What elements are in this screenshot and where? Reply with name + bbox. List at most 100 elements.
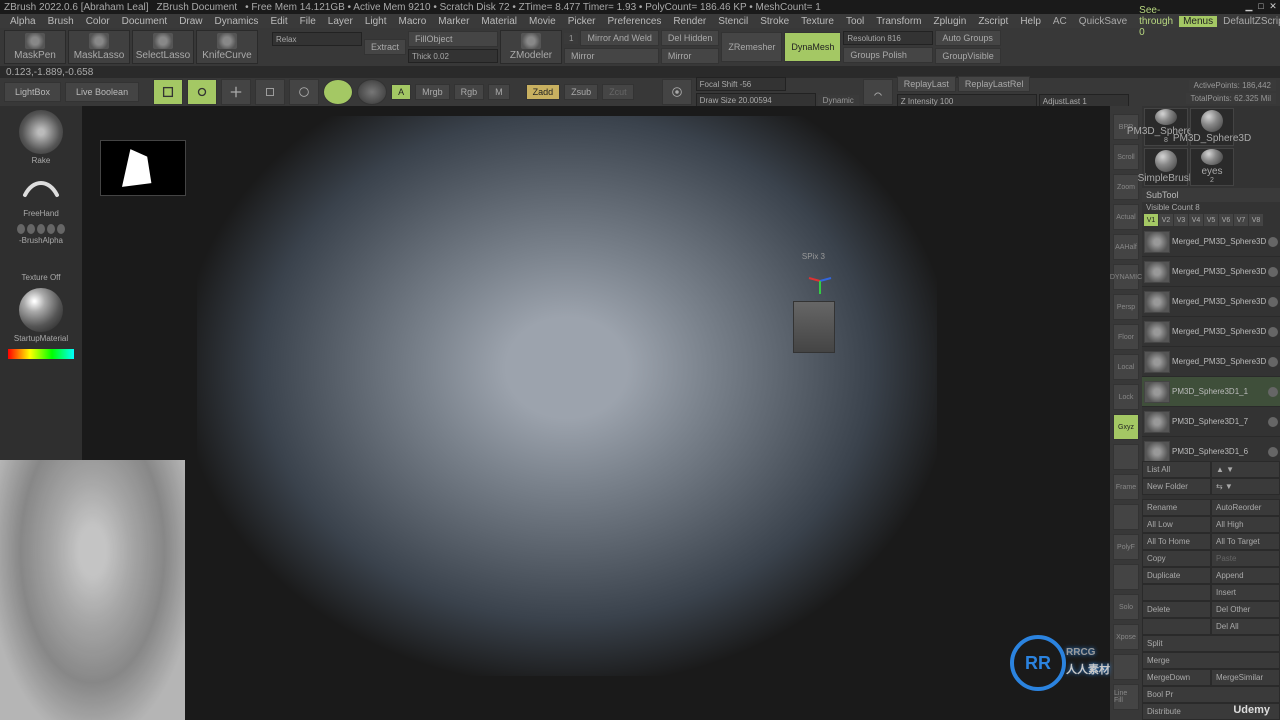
mask-thumbnail[interactable] [100,140,186,196]
vis-tab-v5[interactable]: V5 [1204,214,1218,226]
menu-color[interactable]: Color [80,16,116,27]
menu-transform[interactable]: Transform [870,16,927,27]
brush-selector[interactable] [19,110,63,154]
▲--▼-button[interactable]: ▲ ▼ [1211,461,1280,478]
scale-mode-button[interactable] [255,79,285,105]
scroll-button[interactable]: Scroll [1113,144,1139,170]
new-folder-button[interactable]: New Folder [1142,478,1211,495]
resolution-slider[interactable]: Resolution 816 [843,31,933,45]
dynamic-button[interactable]: DYNAMIC [1113,264,1139,290]
bool-pr-button[interactable]: Bool Pr [1142,686,1280,703]
⇆--▼-button[interactable]: ⇆ ▼ [1211,478,1280,495]
all-low-button[interactable]: All Low [1142,516,1211,533]
relax-slider[interactable]: Relax [272,32,362,46]
menu-texture[interactable]: Texture [795,16,840,27]
lock-button[interactable]: Lock [1113,384,1139,410]
del-other-button[interactable]: Del Other [1211,601,1280,618]
vis-tab-v1[interactable]: V1 [1144,214,1158,226]
menu-alpha[interactable]: Alpha [4,16,42,27]
menu-render[interactable]: Render [667,16,712,27]
groupvisible-button[interactable]: GroupVisible [935,48,1000,64]
zremesher-button[interactable]: ZRemesher [721,32,782,62]
subtool-item[interactable]: PM3D_Sphere3D1_1 [1142,377,1280,407]
subtool-item[interactable]: Merged_PM3D_Sphere3D4 [1142,317,1280,347]
solo-button[interactable]: Solo [1113,594,1139,620]
menu-brush[interactable]: Brush [42,16,80,27]
close-icon[interactable]: ✕ [1268,1,1278,11]
gizmo-button[interactable] [323,79,353,105]
dynamic-label[interactable]: Dynamic [818,95,859,106]
all-to-target-button[interactable]: All To Target [1211,533,1280,550]
visibility-icon[interactable] [1268,357,1278,367]
brush-size-icon[interactable] [662,79,692,105]
zoom-button[interactable]: Zoom [1113,174,1139,200]
move-mode-button[interactable] [221,79,251,105]
floor-button[interactable]: Floor [1113,324,1139,350]
subtool-item[interactable]: Merged_PM3D_Sphere3D7 [1142,227,1280,257]
draw-size-slider[interactable]: Draw Size 20.00594 [696,93,816,107]
menu-zscript[interactable]: Zscript [972,16,1014,27]
draw-mode-button[interactable] [187,79,217,105]
menu-picker[interactable]: Picker [562,16,602,27]
tool-thumb[interactable]: PM3D_Sphere3D [1190,108,1234,146]
frame-button[interactable]: Frame [1113,474,1139,500]
visibility-icon[interactable] [1268,297,1278,307]
minimize-icon[interactable]: ▁ [1244,1,1254,11]
menus-toggle[interactable]: Menus [1179,16,1217,27]
duplicate-button[interactable]: Duplicate [1142,567,1211,584]
m-toggle[interactable]: M [488,84,510,100]
polyf-button[interactable]: PolyF [1113,534,1139,560]
local-button[interactable]: Local [1113,354,1139,380]
menu-document[interactable]: Document [116,16,174,27]
insert-button[interactable]: Insert [1211,584,1280,601]
append-button[interactable]: Append [1211,567,1280,584]
rename-button[interactable]: Rename [1142,499,1211,516]
mrgb-toggle[interactable]: Mrgb [415,84,450,100]
vis-tab-v7[interactable]: V7 [1234,214,1248,226]
fillobject-button[interactable]: FillObject [408,31,498,47]
zmodeler-tool[interactable]: ZModeler [500,30,562,64]
zcut-toggle[interactable]: Zcut [602,84,634,100]
material-selector[interactable] [19,288,63,332]
copy-button[interactable]: Copy [1142,550,1211,567]
gxyz-button[interactable]: Gxyz [1113,414,1139,440]
menu-tool[interactable]: Tool [840,16,870,27]
delete-button[interactable]: Delete [1142,601,1211,618]
menu-light[interactable]: Light [359,16,393,27]
vis-tab-v2[interactable]: V2 [1159,214,1173,226]
focal-shift-slider[interactable]: Focal Shift -56 [696,77,786,91]
vis-tab-v3[interactable]: V3 [1174,214,1188,226]
vis-tab-v6[interactable]: V6 [1219,214,1233,226]
vis-tab-v4[interactable]: V4 [1189,214,1203,226]
rgb-toggle[interactable]: Rgb [454,84,485,100]
actual-button[interactable]: Actual [1113,204,1139,230]
masklasso-tool[interactable]: MaskLasso [68,30,130,64]
knifecurve-tool[interactable]: KnifeCurve [196,30,258,64]
all-to-home-button[interactable]: All To Home [1142,533,1211,550]
list-all-button[interactable]: List All [1142,461,1211,478]
maximize-icon[interactable]: □ [1256,1,1266,11]
alpha-selector[interactable] [16,224,66,234]
menu-file[interactable]: File [294,16,322,27]
nav-axes[interactable] [805,266,835,296]
stroke-selector[interactable] [19,171,63,207]
zsub-toggle[interactable]: Zsub [564,84,598,100]
subtool-item[interactable]: Merged_PM3D_Sphere3D6 [1142,257,1280,287]
persp-button[interactable]: Persp [1113,294,1139,320]
autogroups-button[interactable]: Auto Groups [935,30,1000,46]
visibility-icon[interactable] [1268,417,1278,427]
split-button[interactable]: Split [1142,635,1280,652]
edit-mode-button[interactable] [153,79,183,105]
liveboolean-button[interactable]: Live Boolean [65,82,139,102]
menu-movie[interactable]: Movie [523,16,562,27]
subtool-item[interactable]: PM3D_Sphere3D1_6 [1142,437,1280,461]
rtool-15-button[interactable] [1113,564,1139,590]
aahalf-button[interactable]: AAHalf [1113,234,1139,260]
mirrorweld-button[interactable]: Mirror And Weld [580,30,658,46]
color-picker[interactable] [8,349,74,359]
rtool-13-button[interactable] [1113,504,1139,530]
xpose-button[interactable]: Xpose [1113,624,1139,650]
menu-stroke[interactable]: Stroke [754,16,795,27]
paste-button[interactable]: Paste [1211,550,1280,567]
autoreorder-button[interactable]: AutoReorder [1211,499,1280,516]
